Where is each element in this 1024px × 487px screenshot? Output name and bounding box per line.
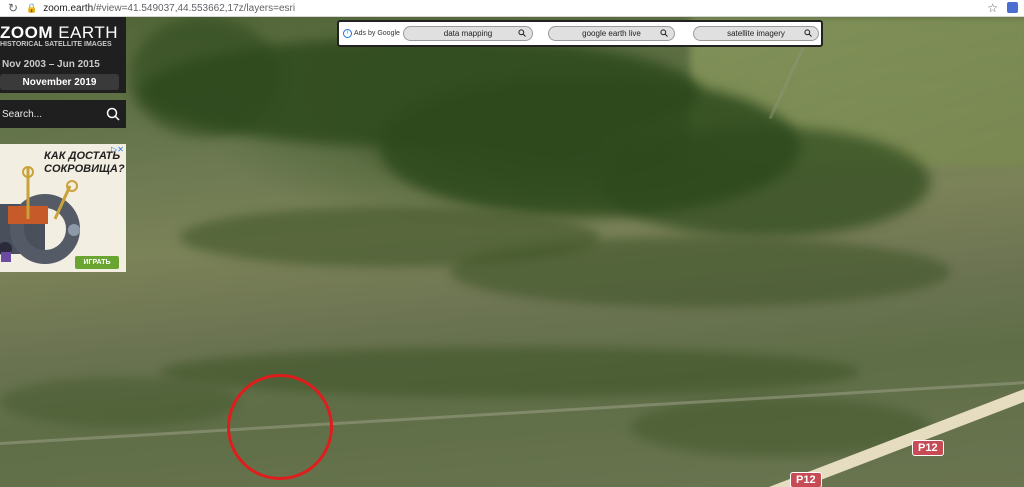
ad-pill-data-mapping[interactable]: data mapping bbox=[403, 26, 533, 41]
date-range[interactable]: Nov 2003 – Jun 2015 bbox=[2, 59, 100, 70]
browser-url-bar: ↻ 🔒 zoom.earth/#view=41.549037,44.553662… bbox=[0, 0, 1024, 17]
search-input[interactable] bbox=[0, 108, 97, 120]
road-sign[interactable]: P12 bbox=[790, 472, 822, 487]
info-icon: i bbox=[343, 29, 352, 38]
search-icon[interactable] bbox=[106, 107, 120, 121]
forest-area bbox=[600, 127, 930, 237]
url-host: zoom.earth bbox=[43, 2, 94, 14]
url-path: /#view=41.549037,44.553662,17z/layers=es… bbox=[93, 2, 296, 14]
address-bar[interactable]: zoom.earth/#view=41.549037,44.553662,17z… bbox=[43, 3, 295, 14]
current-date-button[interactable]: November 2019 bbox=[0, 74, 119, 90]
ad-play-button[interactable]: ИГРАТЬ bbox=[75, 256, 119, 269]
road-sign[interactable]: P12 bbox=[912, 440, 944, 456]
search-icon bbox=[804, 29, 812, 37]
satellite-map[interactable]: P12 P12 bbox=[0, 17, 1024, 487]
search-icon bbox=[518, 29, 526, 37]
scrub-area bbox=[450, 237, 950, 307]
ad-pill-google-earth-live[interactable]: google earth live bbox=[548, 26, 675, 41]
lock-icon[interactable]: 🔒 bbox=[26, 3, 37, 14]
ad-banner[interactable]: ▷✕ КАК ДОСТАТЬ СОКРОВИЩА? ИГРАТЬ bbox=[0, 144, 126, 272]
search-icon bbox=[660, 29, 668, 37]
scrub-area bbox=[0, 377, 240, 427]
ad-pill-satellite-imagery[interactable]: satellite imagery bbox=[693, 26, 819, 41]
logo-subtitle: HISTORICAL SATELLITE IMAGES bbox=[0, 41, 112, 48]
ads-by-google-label[interactable]: i Ads by Google bbox=[343, 29, 400, 38]
ad-illustration bbox=[0, 166, 80, 264]
search-box bbox=[0, 100, 126, 128]
extension-icon[interactable] bbox=[1007, 2, 1018, 13]
reload-icon[interactable]: ↻ bbox=[6, 1, 20, 15]
google-ads-bar: i Ads by Google data mapping google earth… bbox=[337, 20, 823, 47]
highlight-circle bbox=[227, 374, 333, 480]
star-icon[interactable]: ☆ bbox=[987, 1, 998, 15]
brand-panel: ZOOM EARTH HISTORICAL SATELLITE IMAGES N… bbox=[0, 17, 126, 93]
forest-area bbox=[130, 17, 280, 137]
logo[interactable]: ZOOM EARTH bbox=[0, 23, 118, 43]
